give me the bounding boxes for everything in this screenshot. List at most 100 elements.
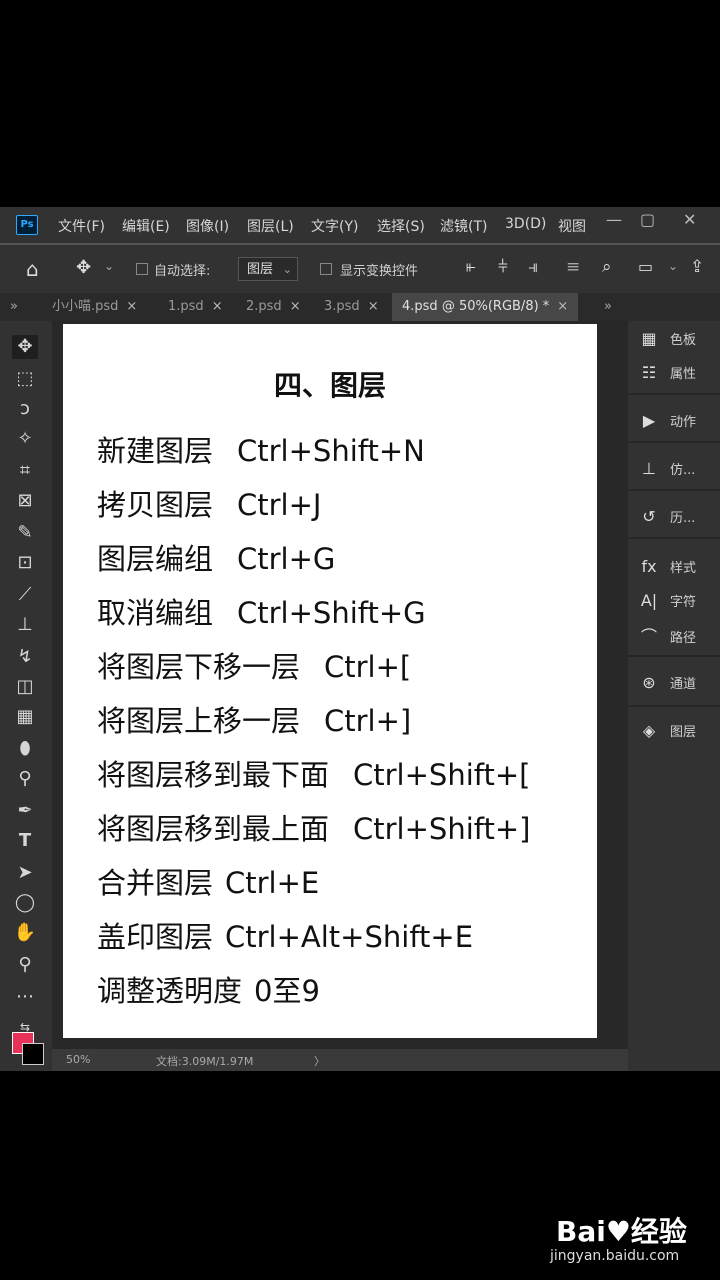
lasso-tool-icon[interactable]: ↄ: [12, 397, 38, 421]
panel-actions[interactable]: ▶ 动作: [638, 411, 696, 435]
doc-size: 文档:3.09M/1.97M: [156, 1055, 254, 1068]
tab-close-icon[interactable]: ×: [368, 299, 379, 314]
chevron-down-icon[interactable]: ⌄: [104, 259, 114, 273]
panel-divider: [628, 537, 720, 539]
panel-collapse-icon[interactable]: »: [10, 293, 18, 321]
panel-properties[interactable]: ☷ 属性: [638, 363, 696, 387]
history-icon: ↺: [642, 507, 656, 526]
properties-icon: ☷: [641, 363, 657, 382]
magic-wand-icon[interactable]: ✧: [12, 427, 38, 451]
menu-file[interactable]: 文件(F): [58, 216, 105, 236]
baidu-jingyan-watermark: Bai♥经验 jingyan.baidu.com: [550, 1210, 687, 1264]
minimize-button[interactable]: —: [606, 210, 622, 229]
list-item: 将图层移到最上面 Ctrl+Shift+]: [97, 812, 531, 846]
panel-divider: [628, 441, 720, 443]
brush-tool-icon[interactable]: ⟋: [12, 583, 38, 607]
auto-select-checkbox[interactable]: [136, 263, 148, 275]
options-bar: ⌂ ✥ ⌄ 自动选择: 图层 ⌄ 显示变换控件 ⫦ ⫩ ⫣ ≡ ⌕ ▭ ⌄ ⇪: [0, 245, 720, 293]
zoom-tool-icon[interactable]: ⚲: [12, 953, 38, 977]
menu-select[interactable]: 选择(S): [377, 216, 425, 236]
menu-view[interactable]: 视图: [558, 216, 586, 236]
eraser-tool-icon[interactable]: ◫: [12, 675, 38, 699]
document-tabs: » 小小喵.psd × 1.psd × 2.psd × 3.psd × 4.psd @ …: [0, 293, 720, 321]
align-center-icon[interactable]: ⫩: [498, 257, 508, 277]
paths-icon: ⌒: [640, 627, 657, 646]
eyedropper-icon[interactable]: ✎: [12, 521, 38, 545]
tab-close-icon[interactable]: ×: [126, 299, 137, 314]
panel-divider: [628, 489, 720, 491]
tab-doc-5-active[interactable]: 4.psd @ 50%(RGB/8) * ×: [392, 293, 579, 321]
stamp-tool-icon[interactable]: ⊥: [12, 613, 38, 637]
panel-paths[interactable]: ⌒ 路径: [638, 623, 696, 647]
distribute-icon[interactable]: ≡: [566, 257, 580, 277]
path-select-icon[interactable]: ➤: [12, 861, 38, 885]
align-left-icon[interactable]: ⫦: [466, 257, 476, 277]
photoshop-logo-icon: Ps: [16, 215, 38, 235]
panel-character[interactable]: A| 字符: [638, 591, 696, 615]
crop-tool-icon[interactable]: ⌗: [12, 459, 38, 483]
blur-tool-icon[interactable]: ⬮: [12, 737, 38, 761]
tab-doc-3[interactable]: 2.psd ×: [246, 293, 301, 321]
maximize-button[interactable]: ▢: [640, 210, 655, 229]
swatches-icon: ▦: [641, 329, 657, 348]
panel-clone-source[interactable]: ⊥ 仿...: [638, 459, 695, 483]
gradient-tool-icon[interactable]: ▦: [12, 705, 38, 729]
tab-close-icon[interactable]: ×: [212, 299, 223, 314]
zoom-level[interactable]: 50%: [66, 1053, 90, 1066]
tab-doc-4[interactable]: 3.psd ×: [324, 293, 379, 321]
type-tool-icon[interactable]: T: [12, 829, 38, 853]
workspace-icon[interactable]: ▭: [638, 257, 653, 276]
list-item: 将图层移到最下面 Ctrl+Shift+[: [97, 758, 531, 792]
channels-icon: ⊛: [642, 673, 656, 692]
pen-tool-icon[interactable]: ✒: [12, 799, 38, 823]
hand-tool-icon[interactable]: ✋: [12, 921, 38, 945]
chevron-down-icon: ⌄: [282, 263, 292, 276]
status-bar: 50% 文档:3.09M/1.97M 〉: [52, 1049, 628, 1071]
share-icon[interactable]: ⇪: [690, 257, 704, 277]
tab-doc-1[interactable]: 小小喵.psd ×: [52, 293, 137, 321]
list-item: 取消编组 Ctrl+Shift+G: [97, 596, 426, 630]
marquee-tool-icon[interactable]: ⬚: [12, 367, 38, 391]
panel-divider: [628, 705, 720, 707]
panel-swatches[interactable]: ▦ 色板: [638, 329, 696, 353]
tab-close-icon[interactable]: ×: [557, 299, 568, 314]
character-icon: A|: [640, 591, 658, 610]
tab-doc-2[interactable]: 1.psd ×: [168, 293, 223, 321]
baidu-logo: Bai♥经验: [556, 1215, 687, 1248]
menu-3d[interactable]: 3D(D): [505, 216, 546, 232]
move-tool-icon[interactable]: ✥: [76, 257, 91, 278]
search-icon[interactable]: ⌕: [602, 257, 612, 277]
ellipse-tool-icon[interactable]: ◯: [12, 891, 38, 915]
panel-styles[interactable]: fx 样式: [638, 557, 696, 581]
home-icon[interactable]: ⌂: [26, 257, 39, 281]
list-item: 新建图层 Ctrl+Shift+N: [97, 434, 425, 468]
align-right-icon[interactable]: ⫣: [528, 257, 538, 277]
tab-overflow-icon[interactable]: »: [604, 293, 612, 321]
layers-icon: ◈: [642, 721, 656, 740]
menu-edit[interactable]: 编辑(E): [122, 216, 170, 236]
panel-history[interactable]: ↺ 历...: [638, 507, 695, 531]
close-button[interactable]: ✕: [683, 210, 696, 229]
tab-close-icon[interactable]: ×: [290, 299, 301, 314]
chevron-down-icon[interactable]: ⌄: [668, 259, 678, 273]
history-brush-icon[interactable]: ↯: [12, 645, 38, 669]
panel-channels[interactable]: ⊛ 通道: [638, 673, 696, 697]
healing-brush-icon[interactable]: ⊡: [12, 551, 38, 575]
panel-layers[interactable]: ◈ 图层: [638, 721, 696, 745]
status-menu-arrow[interactable]: 〉: [314, 1053, 325, 1069]
menu-filter[interactable]: 滤镜(T): [440, 216, 487, 236]
frame-tool-icon[interactable]: ⊠: [12, 489, 38, 513]
show-transform-checkbox[interactable]: [320, 263, 332, 275]
auto-select-dropdown[interactable]: 图层 ⌄: [238, 257, 298, 281]
move-tool-icon[interactable]: ✥: [12, 335, 38, 359]
list-item: 拷贝图层 Ctrl+J: [97, 488, 322, 522]
tools-panel: ✥ ⬚ ↄ ✧ ⌗ ⊠ ✎ ⊡ ⟋ ⊥ ↯ ◫ ▦ ⬮ ⚲ ✒ T ➤ ◯ ✋ …: [0, 321, 52, 1071]
list-item: 盖印图层 Ctrl+Alt+Shift+E: [97, 920, 474, 954]
menu-image[interactable]: 图像(I): [186, 216, 229, 236]
dodge-tool-icon[interactable]: ⚲: [12, 767, 38, 791]
menu-type[interactable]: 文字(Y): [311, 216, 358, 236]
menu-layer[interactable]: 图层(L): [247, 216, 294, 236]
more-tools-icon[interactable]: ⋯: [12, 985, 38, 1009]
list-item: 将图层下移一层 Ctrl+[: [97, 650, 412, 684]
background-color-swatch[interactable]: [22, 1043, 44, 1065]
